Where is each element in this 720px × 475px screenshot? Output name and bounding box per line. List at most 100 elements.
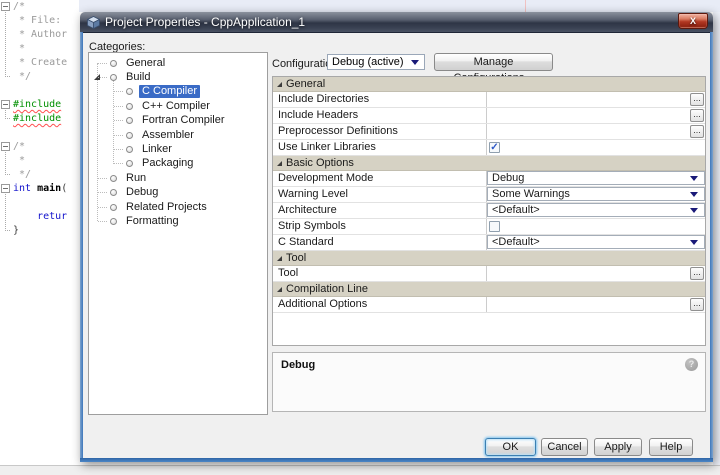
property-value-cell[interactable]: ... [487,108,705,123]
tree-item-label: Run [123,172,149,185]
sidebar-item-packaging[interactable]: Packaging [89,157,267,171]
ellipsis-button[interactable]: ... [690,125,704,138]
section-header-basic-options[interactable]: Basic Options [273,156,705,171]
sidebar-item-build[interactable]: Build [89,70,267,84]
fold-minus-icon[interactable] [1,2,10,11]
section-header-compilation-line[interactable]: Compilation Line [273,282,705,297]
sidebar-item-fortran-compiler[interactable]: Fortran Compiler [89,114,267,128]
property-value-cell[interactable]: <Default> [487,203,705,218]
property-value-cell[interactable]: ... [487,92,705,107]
fold-minus-icon[interactable] [1,184,10,193]
dialog-frame-right [710,32,713,462]
help-icon[interactable]: ? [685,358,698,371]
tree-item-label: Formatting [123,215,182,228]
section-header-tool[interactable]: Tool [273,251,705,266]
checkbox-checked[interactable]: ✓ [489,142,500,153]
section-header-general[interactable]: General [273,77,705,92]
ok-button[interactable]: OK [485,438,536,456]
tree-item-label: Debug [123,186,161,199]
dropdown-select[interactable]: Some Warnings [487,187,705,201]
node-circle-icon [110,60,117,67]
fold-minus-icon[interactable] [1,100,10,109]
property-row: Use Linker Libraries✓ [273,140,705,156]
sidebar-item-c-compiler[interactable]: C++ Compiler [89,99,267,113]
sidebar-item-linker[interactable]: Linker [89,142,267,156]
node-circle-icon [126,146,133,153]
dialog-titlebar[interactable]: Project Properties - CppApplication_1 X [80,12,713,33]
fold-guide-line [5,152,10,175]
property-value-cell[interactable]: <Default> [487,235,705,250]
property-value-cell[interactable] [487,219,705,234]
tree-connector [114,91,123,92]
code-line [13,84,67,98]
dropdown-select[interactable]: <Default> [487,235,705,249]
ellipsis-button[interactable]: ... [690,109,704,122]
property-row: Include Headers... [273,108,705,124]
tree-item-label: C Compiler [139,85,200,98]
tree-connector [114,106,123,107]
chevron-down-icon [690,208,698,213]
apply-button[interactable]: Apply [594,438,642,456]
property-value-cell[interactable]: ... [487,124,705,139]
dropdown-value: Some Warnings [492,188,570,200]
ellipsis-button[interactable]: ... [690,298,704,311]
fold-minus-icon[interactable] [1,142,10,151]
sidebar-item-c-compiler[interactable]: C Compiler [89,85,267,99]
sidebar-item-related-projects[interactable]: Related Projects [89,200,267,214]
chevron-down-icon [690,192,698,197]
tree-connector [98,63,107,64]
tree-connector [98,77,107,78]
dropdown-select[interactable]: Debug [487,171,705,185]
app-cube-icon [87,16,100,29]
property-label: Preprocessor Definitions [273,124,487,139]
code-line: * [13,42,67,56]
property-value-cell[interactable]: ... [487,297,705,312]
code-line: #include [13,98,67,112]
sidebar-item-assembler[interactable]: Assembler [89,128,267,142]
property-value-cell[interactable]: ... [487,266,705,281]
section-label: General [286,78,325,90]
sidebar-item-run[interactable]: Run [89,171,267,185]
property-value-cell[interactable]: Debug [487,171,705,186]
ide-background-strip [79,0,720,12]
property-value-cell[interactable]: ✓ [487,140,705,155]
categories-tree[interactable]: GeneralBuildC CompilerC++ CompilerFortra… [88,52,268,415]
ellipsis-button[interactable]: ... [690,93,704,106]
code-line: #include [13,112,67,126]
collapse-icon [277,161,282,166]
tree-item-label: Related Projects [123,201,210,214]
collapse-icon [277,287,282,292]
property-row: Development Mode Debug [273,171,705,187]
cancel-button[interactable]: Cancel [541,438,588,456]
dropdown-select[interactable]: <Default> [487,203,705,217]
sidebar-item-debug[interactable]: Debug [89,186,267,200]
section-label: Basic Options [286,157,354,169]
tree-item-label: Assembler [139,129,197,142]
chevron-down-icon [690,176,698,181]
configuration-select[interactable]: Debug (active) [327,54,425,70]
node-circle-icon [126,88,133,95]
property-label: Development Mode [273,171,487,186]
property-description-panel: Debug ? [272,352,706,412]
sidebar-item-general[interactable]: General [89,56,267,70]
manage-configurations-button[interactable]: Manage Configurations... [434,53,553,71]
dropdown-value: <Default> [492,204,540,216]
property-row: Preprocessor Definitions... [273,124,705,140]
property-row: Strip Symbols [273,219,705,235]
property-value-cell[interactable]: Some Warnings [487,187,705,202]
property-label: C Standard [273,235,487,250]
code-line: } [13,224,67,238]
property-row: Include Directories... [273,92,705,108]
code-line: * File: [13,14,67,28]
ellipsis-button[interactable]: ... [690,267,704,280]
close-button[interactable]: X [678,13,708,29]
help-button[interactable]: Help [649,438,693,456]
fold-guide-line [5,110,10,119]
dropdown-value: Debug [492,172,524,184]
property-row: Additional Options... [273,297,705,313]
property-label: Include Headers [273,108,487,123]
collapse-icon [277,256,282,261]
sidebar-item-formatting[interactable]: Formatting [89,214,267,228]
checkbox-unchecked[interactable] [489,221,500,232]
property-label: Use Linker Libraries [273,140,487,155]
